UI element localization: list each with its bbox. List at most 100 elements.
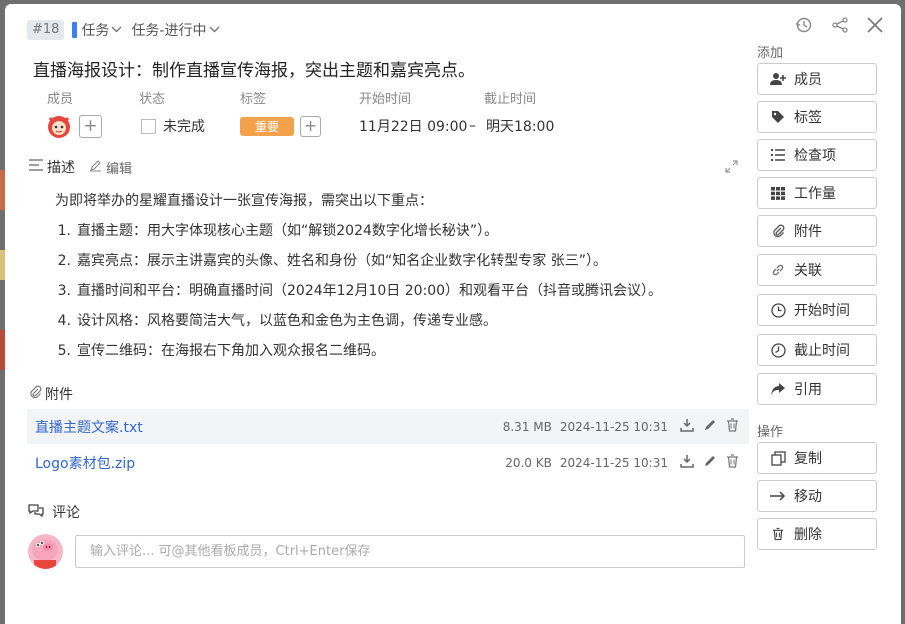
tag-badge[interactable]: 重要 (240, 116, 295, 136)
list-item: 2. 嘉宾亮点：展示主讲嘉宾的头像、姓名和身份（如“知名企业数字化转型专家 张三”… (57, 253, 607, 269)
set-due-time-button[interactable]: 截止时间 (757, 334, 877, 366)
ops-section-title: 操作 (757, 425, 784, 440)
copy-button[interactable]: 复制 (757, 442, 877, 474)
trash-icon[interactable] (726, 453, 739, 472)
attachment-size: 8.31 MB (502, 419, 552, 434)
add-user-icon (770, 71, 786, 87)
close-icon[interactable] (867, 17, 883, 33)
attachments-header: 附件 (29, 384, 73, 404)
add-tag-sidebar-button[interactable]: 标签 (757, 101, 877, 133)
comments-label: 评论 (52, 505, 80, 521)
history-icon[interactable] (795, 16, 813, 34)
description-body: 为即将举办的星耀直播设计一张宣传海报，需突出以下重点： 1. 直播主题：用大字体现… (55, 190, 715, 366)
paperclip-icon (29, 385, 42, 403)
add-attachment-button[interactable]: 附件 (757, 215, 877, 247)
button-label: 标签 (794, 110, 822, 126)
members-list: + (45, 112, 102, 140)
attachment-row[interactable]: Logo素材包.zip 20.0 KB 2024-11-25 10:31 (27, 445, 749, 480)
attachment-actions (680, 453, 739, 472)
add-tag-button[interactable]: + (300, 115, 322, 137)
quote-button[interactable]: 引用 (757, 373, 877, 405)
task-id-badge: #18 (27, 20, 65, 40)
tag-icon (770, 109, 786, 125)
share-icon[interactable] (831, 16, 849, 34)
grid-icon (770, 185, 786, 201)
pencil-icon[interactable] (703, 418, 717, 436)
attachment-name[interactable]: 直播主题文案.txt (35, 417, 503, 437)
list-item: 5. 宣传二维码：在海报右下角加入观众报名二维码。 (57, 343, 385, 359)
button-label: 移动 (794, 489, 822, 505)
attachment-name[interactable]: Logo素材包.zip (35, 453, 505, 473)
header-actions (795, 16, 883, 34)
task-header-tags: #18 任务 任务-进行中 (27, 18, 229, 42)
status-value: 未完成 (163, 119, 205, 135)
task-title[interactable]: 直播海报设计：制作直播宣传海报，突出主题和嘉宾亮点。 (33, 56, 475, 81)
status-label: 状态 (139, 92, 166, 107)
button-label: 截止时间 (794, 343, 850, 359)
avatar[interactable] (45, 112, 73, 140)
pencil-icon (89, 159, 102, 176)
avatar[interactable] (28, 534, 63, 569)
download-icon[interactable] (680, 418, 694, 436)
clock-icon (770, 342, 786, 358)
edit-label: 编辑 (106, 161, 133, 177)
due-time-label: 截止时间 (484, 92, 537, 107)
chevron-down-icon[interactable] (111, 25, 122, 36)
button-label: 复制 (794, 451, 822, 467)
trash-icon[interactable] (726, 417, 739, 436)
download-icon[interactable] (680, 454, 694, 472)
add-workload-button[interactable]: 工作量 (757, 177, 877, 209)
expand-icon[interactable] (725, 160, 738, 177)
status-toggle[interactable]: 未完成 (141, 112, 205, 140)
paperclip-icon (770, 223, 786, 239)
tags-list: 重要 + (240, 112, 322, 140)
link-icon (770, 262, 786, 278)
list-item: 4. 设计风格：风格要简洁大气，以蓝色和金色为主色调，传递专业感。 (57, 313, 497, 329)
add-member-button[interactable]: + (79, 114, 102, 138)
list-item: 3. 直播时间和平台：明确直播时间（2024年12月10日 20:00）和观看平台… (57, 283, 663, 299)
add-checklist-button[interactable]: 检查项 (757, 139, 877, 171)
add-link-button[interactable]: 关联 (757, 254, 877, 286)
due-time-value[interactable]: 明天18:00 (486, 112, 554, 140)
start-time-label: 开始时间 (359, 92, 412, 107)
attachment-size: 20.0 KB (505, 455, 552, 470)
attachments-label: 附件 (45, 387, 73, 403)
trash-icon (770, 526, 786, 542)
list-item: 1. 直播主题：用大字体现核心主题（如“解锁2024数字化增长秘诀”）。 (57, 223, 499, 239)
tags-label: 标签 (240, 92, 267, 107)
align-left-icon (29, 159, 43, 175)
pencil-icon[interactable] (703, 454, 717, 472)
set-start-time-button[interactable]: 开始时间 (757, 294, 877, 326)
list-icon (770, 147, 786, 163)
comments-header: 评论 (27, 502, 80, 522)
clock-icon (770, 302, 786, 318)
button-label: 关联 (794, 263, 822, 279)
arrow-right-icon (770, 488, 786, 504)
task-detail-modal: #18 任务 任务-进行中 直播海报设计：制作直播宣传海报，突出主题和嘉宾亮点。… (5, 4, 901, 624)
button-label: 删除 (794, 527, 822, 543)
delete-button[interactable]: 删除 (757, 518, 877, 550)
task-type-dropdown[interactable]: 任务 (81, 20, 109, 40)
status-checkbox[interactable] (141, 118, 156, 134)
button-label: 检查项 (794, 148, 836, 164)
description-header: 描述 编辑 (29, 157, 132, 177)
chevron-down-icon[interactable] (209, 25, 220, 36)
button-label: 工作量 (794, 186, 836, 202)
button-label: 附件 (794, 224, 822, 240)
add-section-title: 添加 (757, 46, 784, 61)
description-list: 1. 直播主题：用大字体现核心主题（如“解锁2024数字化增长秘诀”）。 2. 嘉宾… (55, 216, 715, 366)
attachment-row[interactable]: 直播主题文案.txt 8.31 MB 2024-11-25 10:31 (27, 409, 749, 444)
start-time-value[interactable]: 11月22日 09:00 (359, 112, 467, 140)
members-label: 成员 (47, 92, 74, 107)
task-status-dropdown[interactable]: 任务-进行中 (131, 20, 206, 40)
share-arrow-icon (770, 381, 786, 397)
button-label: 成员 (794, 72, 822, 88)
attachment-date: 2024-11-25 10:31 (559, 455, 668, 470)
copy-icon (770, 450, 786, 466)
comment-input[interactable]: 输入评论... 可@其他看板成员，Ctrl+Enter保存 (75, 535, 745, 568)
description-label: 描述 (47, 160, 75, 176)
button-label: 引用 (794, 382, 822, 398)
add-member-sidebar-button[interactable]: 成员 (757, 63, 877, 95)
move-button[interactable]: 移动 (757, 480, 877, 512)
edit-button[interactable]: 编辑 (89, 158, 132, 177)
